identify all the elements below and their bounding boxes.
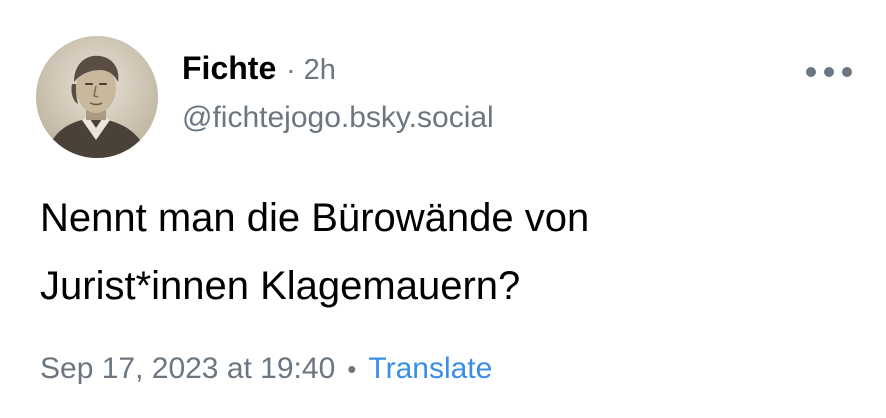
post-meta: Sep 17, 2023 at 19:40 • Translate — [40, 352, 492, 386]
meta-separator: • — [347, 354, 357, 384]
more-options-icon[interactable] — [806, 60, 852, 84]
translate-link[interactable]: Translate — [368, 352, 492, 386]
more-dot — [842, 67, 852, 77]
post-text-line: Nennt man die Bürowände von — [40, 196, 590, 240]
post-timestamp: Sep 17, 2023 at 19:40 — [40, 352, 336, 385]
author-row: Fichte · 2h — [182, 50, 336, 90]
author-handle[interactable]: @fichtejogo.bsky.social — [182, 101, 494, 135]
avatar-portrait-image — [36, 36, 158, 158]
more-dot — [806, 67, 816, 77]
relative-time: 2h — [303, 54, 336, 86]
author-display-name[interactable]: Fichte — [182, 50, 276, 87]
more-dot — [824, 67, 834, 77]
post-card: Fichte · 2h @fichtejogo.bsky.social Nenn… — [0, 0, 886, 418]
name-time-separator: · — [286, 54, 296, 85]
avatar[interactable] — [36, 36, 158, 158]
post-text-line: Jurist*innen Klagemauern? — [40, 264, 521, 308]
post-text: Nennt man die Bürowände von Jurist*innen… — [40, 184, 860, 320]
